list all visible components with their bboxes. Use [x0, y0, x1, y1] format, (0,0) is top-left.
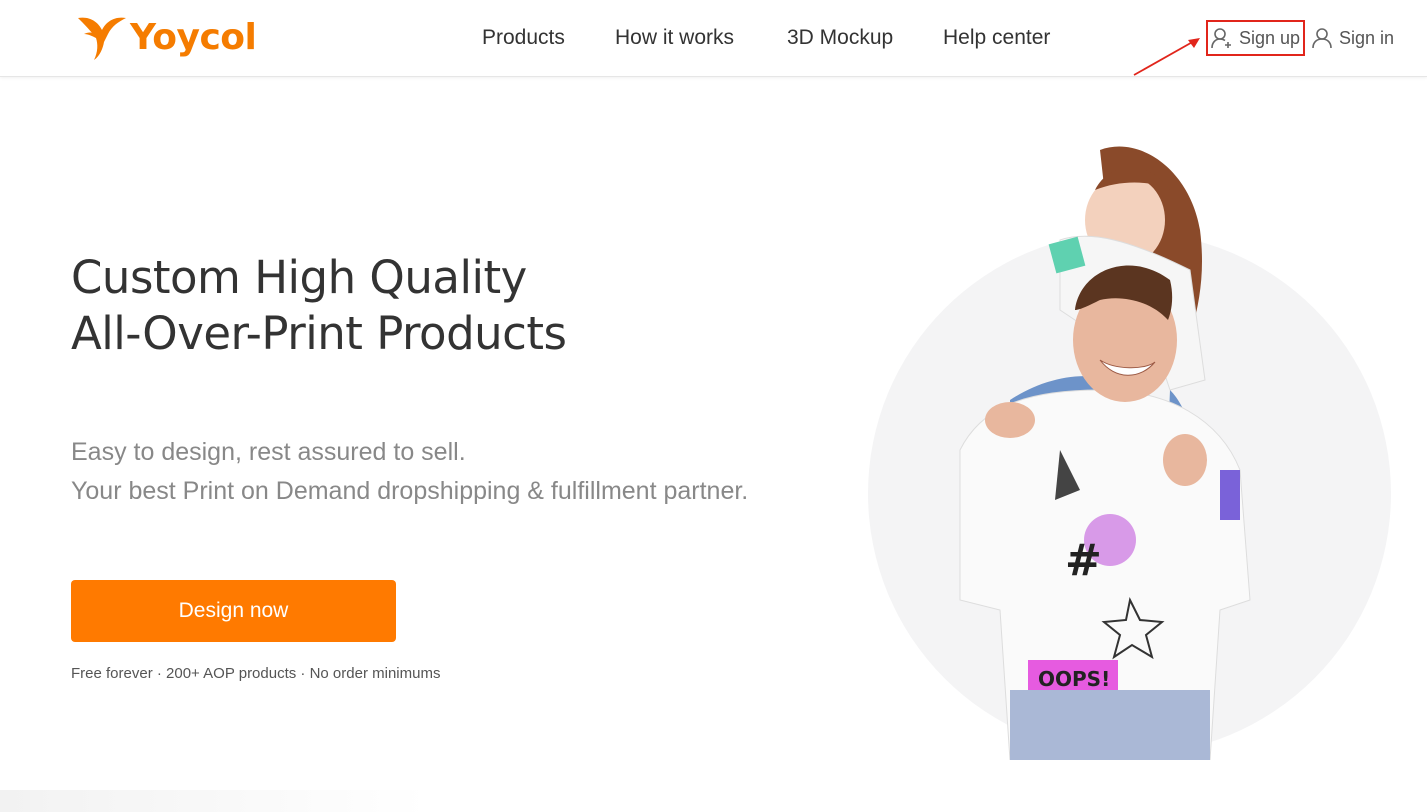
sign-in-label: Sign in [1339, 27, 1395, 48]
site-header: Yoycol Products How it works 3D Mockup H… [0, 0, 1427, 77]
nav-3d-mockup[interactable]: 3D Mockup [787, 24, 893, 52]
nav-products[interactable]: Products [482, 24, 565, 52]
hero-title: Custom High Quality All-Over-Print Produ… [71, 250, 771, 362]
annotation-arrow-icon [1133, 38, 1200, 76]
hero-image-father-daughter: # OOPS! [959, 146, 1251, 760]
hero-subtitle: Easy to design, rest assured to sell. Yo… [71, 433, 831, 511]
yoycol-bird-icon [78, 17, 126, 60]
svg-text:OOPS!: OOPS! [1038, 667, 1110, 691]
sign-up-link[interactable]: Sign up [1206, 20, 1305, 56]
brand-logo[interactable]: Yoycol [76, 14, 257, 62]
user-icon [1312, 28, 1332, 49]
sign-in-link[interactable]: Sign in [1310, 20, 1394, 56]
nav-help-center[interactable]: Help center [943, 24, 1050, 52]
hero-subtitle-line-2: Your best Print on Demand dropshipping &… [71, 477, 749, 505]
feature-list: Free forever · 200+ AOP products · No or… [71, 665, 441, 682]
section-divider [0, 790, 1427, 812]
hero-title-line-2: All-Over-Print Products [71, 307, 567, 360]
brand-name: Yoycol [130, 17, 257, 58]
sign-up-label: Sign up [1239, 27, 1301, 48]
user-add-icon [1211, 28, 1231, 49]
svg-text:#: # [1065, 535, 1102, 586]
hero-subtitle-line-1: Easy to design, rest assured to sell. [71, 438, 466, 466]
nav-how-it-works[interactable]: How it works [615, 24, 734, 52]
design-now-button[interactable]: Design now [71, 580, 396, 642]
hero-title-line-1: Custom High Quality [71, 251, 527, 304]
